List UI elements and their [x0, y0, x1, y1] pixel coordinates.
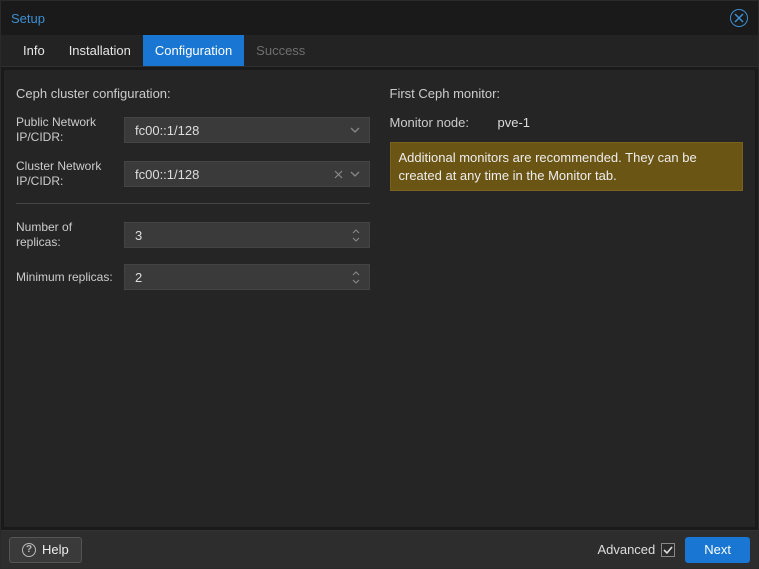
clear-icon[interactable]: [331, 170, 347, 179]
public-network-row: Public Network IP/CIDR: fc00::1/128: [16, 115, 370, 145]
chevron-down-icon[interactable]: [347, 171, 363, 177]
min-replicas-spinner[interactable]: 2: [124, 264, 370, 290]
warning-box: Additional monitors are recommended. The…: [390, 142, 744, 191]
chevron-down-icon[interactable]: [349, 278, 363, 285]
replicas-spinner[interactable]: 3: [124, 222, 370, 248]
content-area: Ceph cluster configuration: Public Netwo…: [4, 70, 755, 527]
next-label: Next: [704, 542, 731, 557]
tab-info[interactable]: Info: [11, 35, 57, 66]
divider: [16, 203, 370, 204]
chevron-up-icon[interactable]: [349, 228, 363, 235]
spinner-arrows: [349, 228, 363, 243]
advanced-toggle[interactable]: Advanced: [597, 542, 675, 557]
next-button[interactable]: Next: [685, 537, 750, 563]
first-monitor-title: First Ceph monitor:: [390, 86, 744, 101]
ceph-config-title: Ceph cluster configuration:: [16, 86, 370, 101]
public-network-combo[interactable]: fc00::1/128: [124, 117, 370, 143]
chevron-down-icon[interactable]: [347, 127, 363, 133]
close-icon[interactable]: [730, 9, 748, 27]
chevron-down-icon[interactable]: [349, 236, 363, 243]
footer: ? Help Advanced Next: [1, 530, 758, 568]
replicas-label: Number of replicas:: [16, 220, 116, 250]
window-title: Setup: [11, 11, 45, 26]
cluster-network-label: Cluster Network IP/CIDR:: [16, 159, 116, 189]
setup-dialog: Setup Info Installation Configuration Su…: [0, 0, 759, 569]
advanced-checkbox[interactable]: [661, 543, 675, 557]
monitor-node-label: Monitor node:: [390, 115, 490, 130]
help-label: Help: [42, 542, 69, 557]
titlebar: Setup: [1, 1, 758, 35]
right-column: First Ceph monitor: Monitor node: pve-1 …: [390, 86, 744, 517]
min-replicas-value: 2: [135, 270, 349, 285]
tab-configuration[interactable]: Configuration: [143, 35, 244, 66]
advanced-label: Advanced: [597, 542, 655, 557]
spinner-arrows: [349, 270, 363, 285]
replicas-value: 3: [135, 228, 349, 243]
public-network-value: fc00::1/128: [135, 123, 347, 138]
replicas-row: Number of replicas: 3: [16, 220, 370, 250]
cluster-network-combo[interactable]: fc00::1/128: [124, 161, 370, 187]
min-replicas-row: Minimum replicas: 2: [16, 264, 370, 290]
left-column: Ceph cluster configuration: Public Netwo…: [16, 86, 370, 517]
cluster-network-row: Cluster Network IP/CIDR: fc00::1/128: [16, 159, 370, 189]
tabs: Info Installation Configuration Success: [1, 35, 758, 67]
chevron-up-icon[interactable]: [349, 270, 363, 277]
question-icon: ?: [22, 543, 36, 557]
monitor-node-value: pve-1: [498, 115, 531, 130]
tab-installation[interactable]: Installation: [57, 35, 143, 66]
public-network-label: Public Network IP/CIDR:: [16, 115, 116, 145]
monitor-node-row: Monitor node: pve-1: [390, 115, 744, 130]
cluster-network-value: fc00::1/128: [135, 167, 331, 182]
tab-success: Success: [244, 35, 317, 66]
help-button[interactable]: ? Help: [9, 537, 82, 563]
min-replicas-label: Minimum replicas:: [16, 270, 116, 285]
